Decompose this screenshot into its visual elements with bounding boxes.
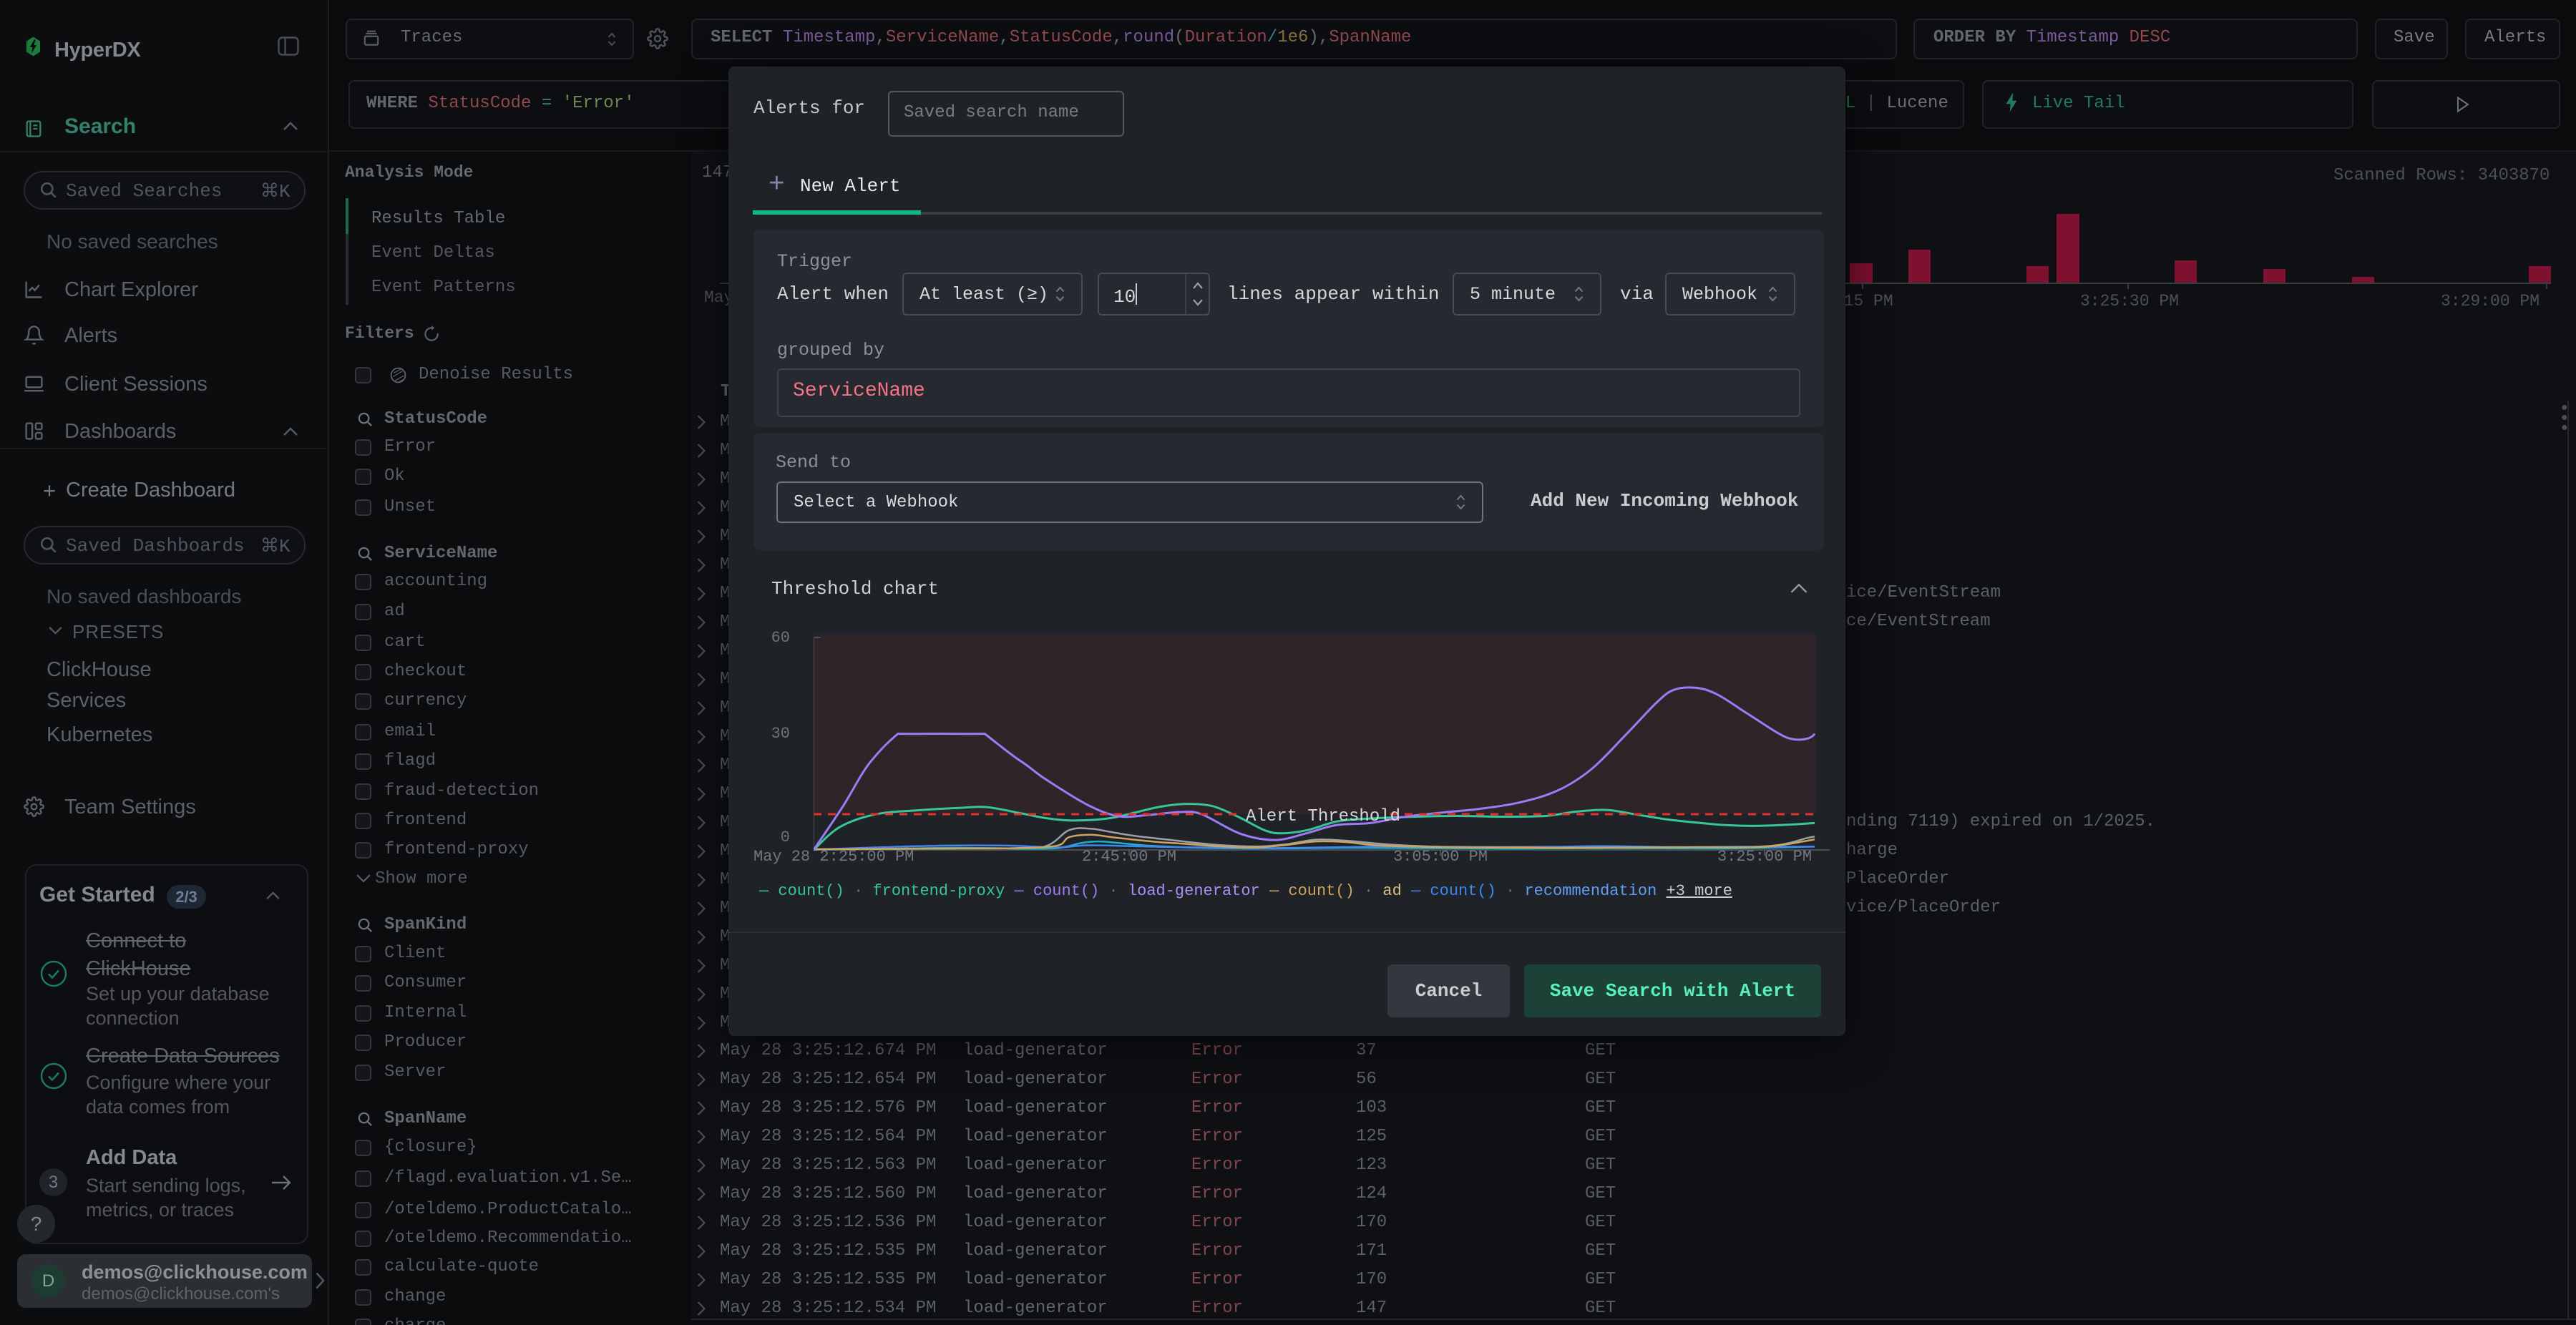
svg-text:Alert Threshold: Alert Threshold bbox=[1246, 807, 1400, 826]
